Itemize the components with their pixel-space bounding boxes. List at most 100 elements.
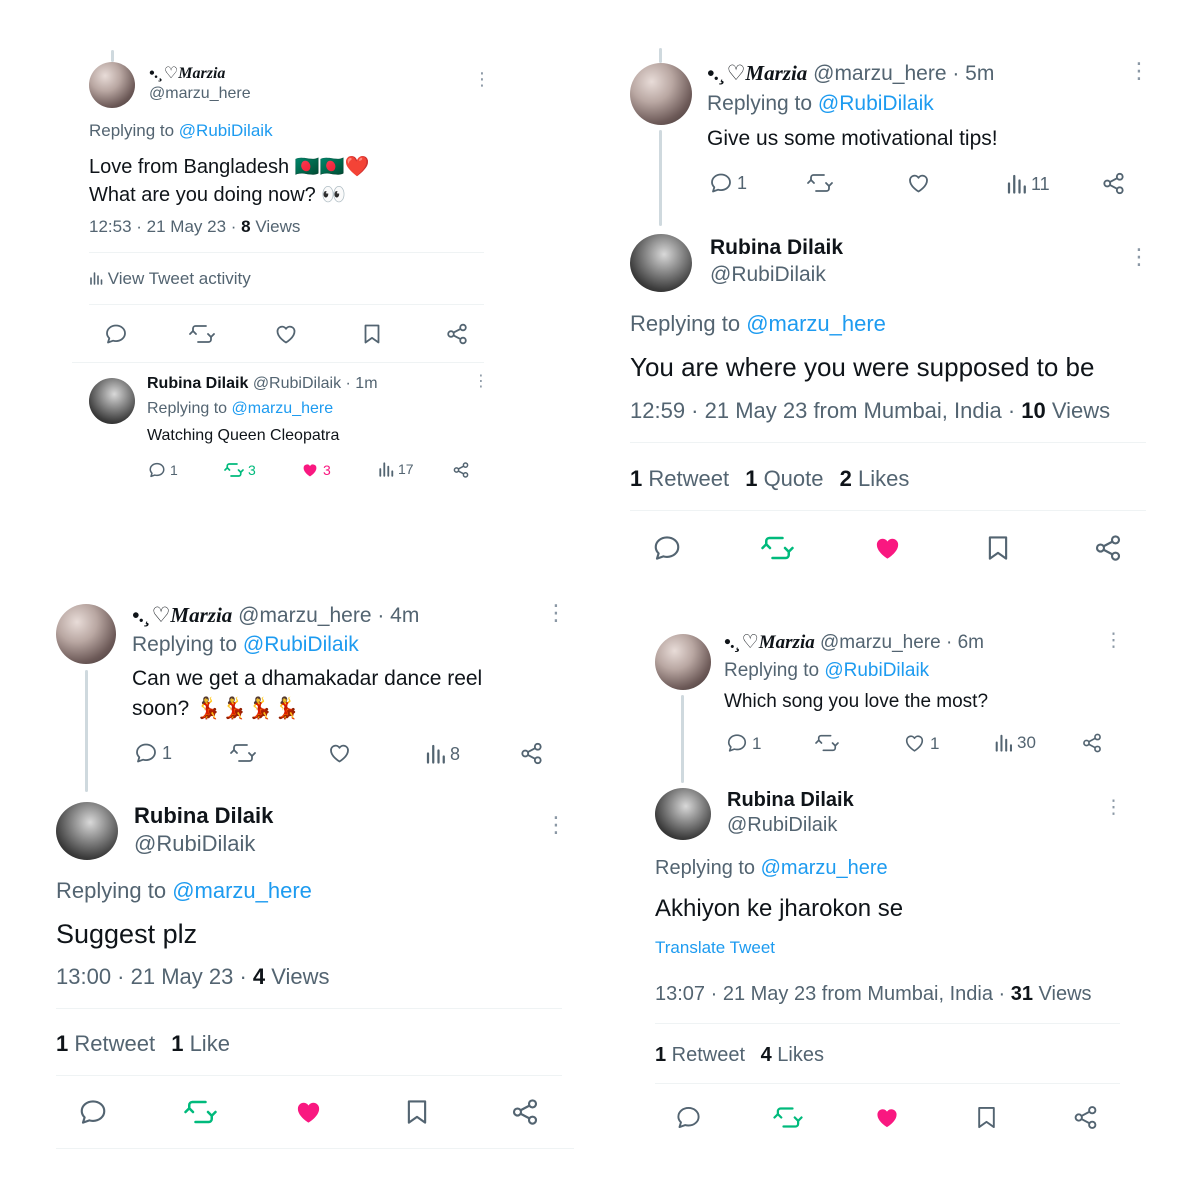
- share-button[interactable]: [1101, 171, 1126, 196]
- retweets-link[interactable]: 1 Retweet: [56, 1031, 155, 1056]
- user-name[interactable]: •.¸♡Marzia: [724, 632, 815, 653]
- like-button[interactable]: [274, 322, 298, 346]
- retweet-button[interactable]: [189, 322, 215, 346]
- likes-link[interactable]: 2 Likes: [840, 466, 910, 491]
- user-name[interactable]: •.¸♡Marzia: [149, 63, 225, 83]
- more-icon[interactable]: ⋮: [545, 814, 567, 836]
- mention-link[interactable]: @marzu_here: [232, 400, 334, 417]
- share-button[interactable]: [519, 741, 544, 766]
- retweet-button[interactable]: [761, 533, 794, 563]
- mention-link[interactable]: @RubiDilaik: [243, 633, 359, 656]
- user-handle[interactable]: @marzu_here: [149, 85, 251, 103]
- share-button[interactable]: [510, 1097, 540, 1127]
- mention-link[interactable]: @RubiDilaik: [179, 121, 273, 140]
- reply-button[interactable]: 1: [148, 461, 178, 479]
- tweet-timestamp[interactable]: 13:00 · 21 May 23 ·: [56, 964, 253, 989]
- retweet-button[interactable]: [184, 1097, 217, 1127]
- reply-button[interactable]: [78, 1097, 108, 1127]
- translate-tweet-link[interactable]: Translate Tweet: [655, 938, 775, 958]
- more-icon[interactable]: ⋮: [473, 374, 489, 390]
- user-handle[interactable]: @marzu_here: [820, 632, 941, 653]
- reply-button[interactable]: [675, 1104, 702, 1131]
- bookmark-button[interactable]: [983, 533, 1013, 563]
- reply-button[interactable]: 1: [726, 732, 761, 754]
- user-handle[interactable]: @RubiDilaik: [710, 263, 826, 287]
- views-button[interactable]: 8: [425, 743, 460, 764]
- avatar[interactable]: [89, 62, 135, 108]
- like-button[interactable]: 1: [903, 732, 939, 754]
- like-button[interactable]: [872, 533, 903, 563]
- user-handle[interactable]: @marzu_here: [238, 604, 371, 627]
- retweet-button[interactable]: [773, 1104, 803, 1131]
- retweets-link[interactable]: 1 Retweet: [655, 1044, 745, 1066]
- more-icon[interactable]: ⋮: [1128, 246, 1150, 268]
- replying-to: Replying to @RubiDilaik: [89, 121, 273, 141]
- avatar[interactable]: [630, 234, 692, 292]
- like-button[interactable]: [873, 1104, 901, 1131]
- user-name[interactable]: •.¸♡Marzia: [707, 61, 807, 85]
- share-button[interactable]: [1072, 1104, 1099, 1131]
- like-button[interactable]: [293, 1097, 324, 1127]
- user-handle[interactable]: @RubiDilaik: [134, 831, 255, 857]
- avatar[interactable]: [630, 63, 692, 125]
- share-button[interactable]: [452, 461, 470, 479]
- views-button[interactable]: 11: [1006, 173, 1050, 194]
- mention-link[interactable]: @RubiDilaik: [818, 92, 934, 115]
- tweet-timestamp[interactable]: 13:07 · 21 May 23 from Mumbai, India ·: [655, 983, 1011, 1005]
- share-button[interactable]: [1093, 533, 1123, 563]
- user-handle[interactable]: @marzu_here: [813, 62, 946, 85]
- mention-link[interactable]: @marzu_here: [761, 857, 888, 879]
- avatar[interactable]: [655, 788, 711, 840]
- tweet-time[interactable]: · 4m: [377, 604, 419, 627]
- mention-link[interactable]: @marzu_here: [172, 878, 312, 903]
- reply-button[interactable]: 1: [134, 741, 172, 765]
- retweet-button[interactable]: [806, 171, 834, 195]
- reply-button[interactable]: [104, 322, 128, 346]
- like-button[interactable]: [906, 171, 931, 195]
- reply-button[interactable]: [652, 533, 682, 563]
- retweet-button[interactable]: [229, 741, 257, 765]
- user-name[interactable]: Rubina Dilaik: [727, 789, 854, 812]
- avatar[interactable]: [655, 634, 711, 690]
- tweet-time[interactable]: · 5m: [952, 62, 994, 85]
- likes-link[interactable]: 4 Likes: [761, 1044, 824, 1066]
- retweet-button[interactable]: 3: [224, 461, 256, 479]
- more-icon[interactable]: ⋮: [545, 602, 567, 624]
- bookmark-button[interactable]: [973, 1104, 1000, 1131]
- reply-button[interactable]: 1: [709, 171, 747, 195]
- quotes-link[interactable]: 1 Quote: [745, 466, 823, 491]
- more-icon[interactable]: ⋮: [1104, 798, 1123, 817]
- more-icon[interactable]: ⋮: [473, 70, 491, 88]
- tweet-timestamp[interactable]: 12:53 · 21 May 23 ·: [89, 217, 241, 236]
- tweet-time[interactable]: · 6m: [946, 632, 984, 653]
- mention-link[interactable]: @RubiDilaik: [824, 660, 929, 681]
- like-button[interactable]: [327, 741, 352, 765]
- bookmark-button[interactable]: [360, 322, 384, 346]
- retweets-link[interactable]: 1 Retweet: [630, 466, 729, 491]
- mention-link[interactable]: @marzu_here: [746, 311, 886, 336]
- user-name[interactable]: Rubina Dilaik: [134, 803, 273, 829]
- thread-line: [659, 130, 662, 226]
- user-name[interactable]: •.¸♡Marzia: [132, 603, 232, 627]
- tweet-timestamp[interactable]: 12:59 · 21 May 23 from Mumbai, India ·: [630, 398, 1021, 423]
- more-icon[interactable]: ⋮: [1104, 631, 1123, 650]
- avatar[interactable]: [56, 604, 116, 664]
- share-button[interactable]: [445, 322, 469, 346]
- user-name[interactable]: Rubina Dilaik: [147, 375, 248, 392]
- views-button[interactable]: 30: [994, 733, 1036, 752]
- more-icon[interactable]: ⋮: [1128, 60, 1150, 82]
- likes-link[interactable]: 1 Like: [171, 1031, 230, 1056]
- like-button[interactable]: 3: [301, 461, 331, 479]
- share-button[interactable]: [1081, 732, 1103, 754]
- avatar[interactable]: [89, 378, 135, 424]
- avatar[interactable]: [56, 802, 118, 860]
- bookmark-button[interactable]: [402, 1097, 432, 1127]
- retweet-button[interactable]: [814, 732, 840, 754]
- views-button[interactable]: 17: [378, 461, 414, 477]
- user-name[interactable]: Rubina Dilaik: [710, 236, 843, 260]
- reply-time[interactable]: · 1m: [346, 375, 378, 392]
- user-handle[interactable]: @RubiDilaik: [727, 814, 837, 837]
- reply-icon: [654, 536, 680, 560]
- view-tweet-activity-link[interactable]: View Tweet activity: [89, 269, 251, 289]
- user-handle[interactable]: @RubiDilaik: [253, 375, 341, 392]
